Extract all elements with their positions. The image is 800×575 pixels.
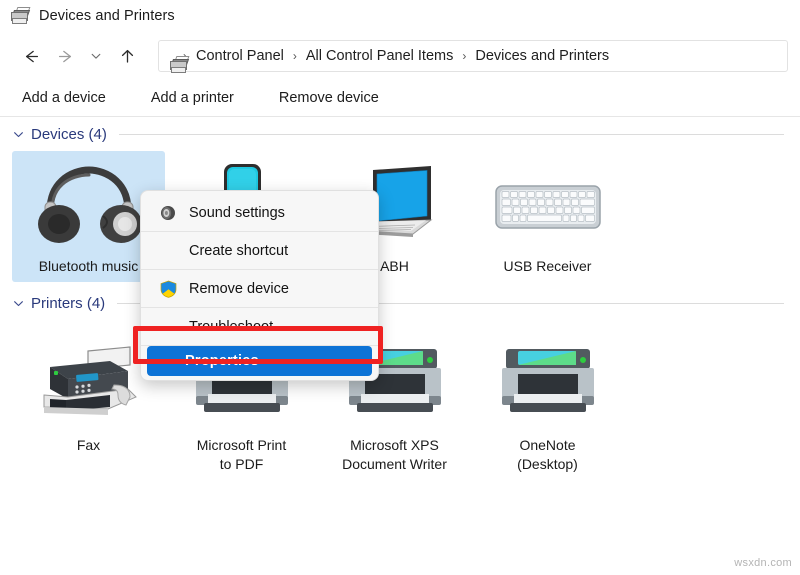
group-header-devices[interactable]: Devices (4) — [0, 117, 800, 151]
forward-button[interactable] — [48, 39, 82, 73]
context-menu-item-create-shortcut[interactable]: Create shortcut — [141, 232, 378, 269]
group-divider — [119, 134, 784, 135]
device-label: ABH — [380, 257, 409, 276]
group-title-printers: Printers (4) — [31, 295, 105, 312]
content-area: Devices (4) Bluetooth music — [0, 117, 800, 480]
breadcrumb-all-control-panel-items[interactable]: All Control Panel Items — [303, 46, 456, 66]
window-titlebar: Devices and Printers — [0, 0, 800, 32]
breadcrumb-control-panel[interactable]: Control Panel — [193, 46, 287, 66]
breadcrumb-devices-and-printers[interactable]: Devices and Printers — [472, 46, 612, 66]
fax-icon — [29, 338, 149, 430]
remove-device-button[interactable]: Remove device — [275, 87, 383, 109]
chevron-down-icon[interactable] — [10, 295, 26, 311]
keyboard-icon — [488, 159, 608, 251]
context-menu-item-sound-settings[interactable]: Sound settings — [141, 194, 378, 231]
context-menu-label: Create shortcut — [189, 243, 288, 259]
command-toolbar: Add a device Add a printer Remove device — [0, 80, 800, 117]
chevron-down-icon[interactable] — [10, 126, 26, 142]
recent-locations-button[interactable] — [82, 39, 110, 73]
headphones-icon — [29, 159, 149, 251]
device-tile-usb-receiver[interactable]: USB Receiver — [471, 151, 624, 282]
printer-icon — [10, 7, 30, 25]
printers-tile-row: Fax Microsoft Print to PDF — [0, 330, 800, 480]
up-button[interactable] — [110, 39, 144, 73]
navigation-bar: › Control Panel › All Control Panel Item… — [0, 32, 800, 80]
watermark: wsxdn.com — [734, 557, 792, 569]
breadcrumb-separator: › — [462, 49, 466, 63]
speaker-icon — [155, 204, 181, 222]
printer-label: Fax — [77, 436, 100, 455]
arrow-up-icon — [118, 47, 137, 66]
printer-label: OneNote (Desktop) — [517, 436, 578, 474]
address-bar[interactable]: › Control Panel › All Control Panel Item… — [158, 40, 788, 72]
group-title-devices: Devices (4) — [31, 126, 107, 143]
window-title: Devices and Printers — [39, 8, 175, 24]
arrow-left-icon — [22, 47, 41, 66]
chevron-down-icon — [89, 49, 103, 63]
device-label: USB Receiver — [504, 257, 592, 276]
uac-shield-icon — [155, 280, 181, 298]
arrow-right-icon — [56, 47, 75, 66]
devices-tile-row: Bluetooth music — [0, 151, 800, 282]
printer-icon — [488, 338, 608, 430]
context-menu-item-remove-device[interactable]: Remove device — [141, 270, 378, 307]
annotation-highlight-box — [133, 326, 383, 364]
printer-label: Microsoft XPS Document Writer — [342, 436, 447, 474]
context-menu-label: Remove device — [189, 281, 289, 297]
add-a-device-button[interactable]: Add a device — [18, 87, 110, 109]
context-menu-label: Sound settings — [189, 205, 285, 221]
breadcrumb-separator: › — [293, 49, 297, 63]
device-label: Bluetooth music — [39, 257, 139, 276]
add-a-printer-button[interactable]: Add a printer — [147, 87, 238, 109]
printer-label: Microsoft Print to PDF — [197, 436, 286, 474]
group-header-printers[interactable]: Printers (4) — [0, 286, 800, 320]
printer-tile-onenote-desktop[interactable]: OneNote (Desktop) — [471, 330, 624, 480]
back-button[interactable] — [14, 39, 48, 73]
